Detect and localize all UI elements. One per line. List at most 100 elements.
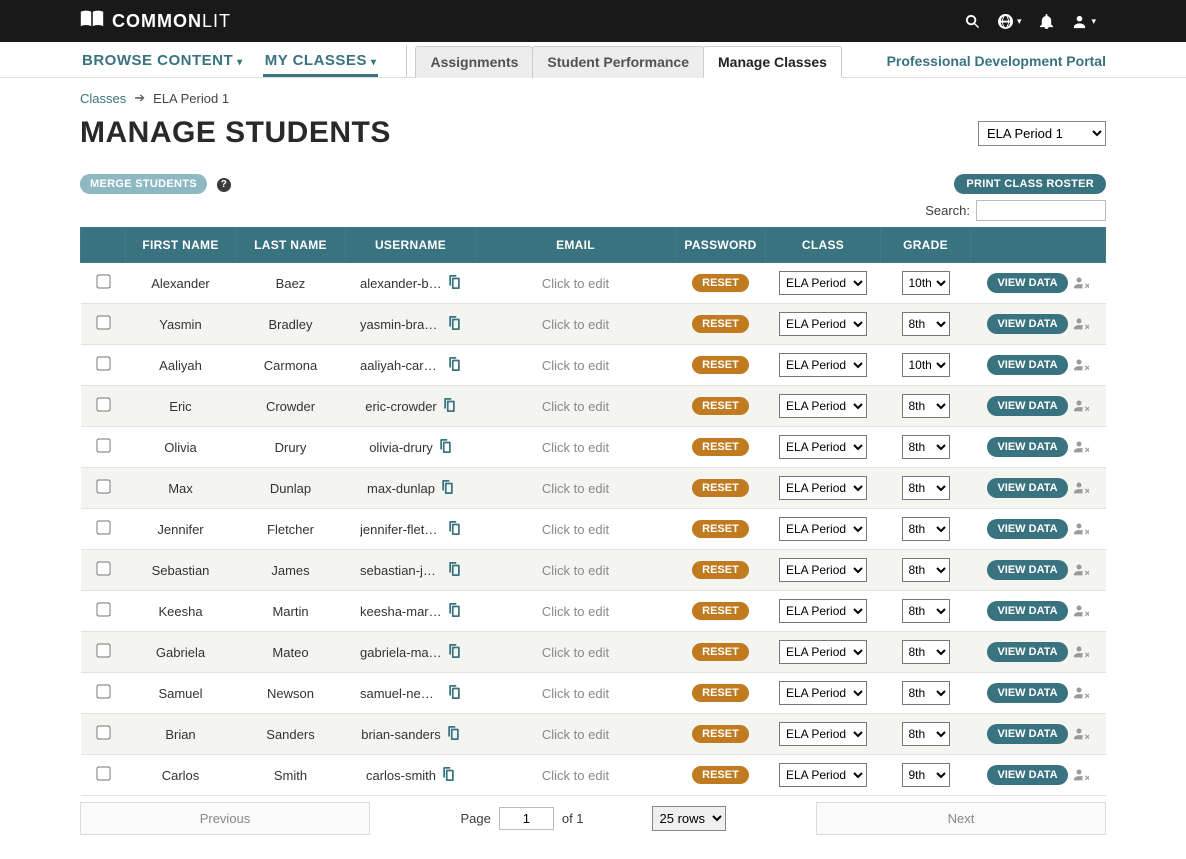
email-click-edit[interactable]: Click to edit bbox=[542, 317, 609, 332]
print-roster-button[interactable]: PRINT CLASS ROSTER bbox=[954, 174, 1106, 194]
class-selector[interactable]: ELA Period 1 bbox=[978, 121, 1106, 146]
view-data-button[interactable]: VIEW DATA bbox=[987, 396, 1067, 416]
row-checkbox[interactable] bbox=[96, 766, 110, 780]
email-click-edit[interactable]: Click to edit bbox=[542, 768, 609, 783]
row-checkbox[interactable] bbox=[96, 315, 110, 329]
remove-user-icon[interactable] bbox=[1068, 602, 1089, 617]
copy-icon[interactable] bbox=[448, 603, 461, 620]
rows-select[interactable]: 25 rows bbox=[652, 806, 726, 831]
class-select[interactable]: ELA Period 1 bbox=[779, 312, 867, 336]
bell-icon[interactable] bbox=[1039, 14, 1054, 29]
reset-button[interactable]: RESET bbox=[692, 766, 749, 784]
row-checkbox[interactable] bbox=[96, 479, 110, 493]
email-click-edit[interactable]: Click to edit bbox=[542, 727, 609, 742]
remove-user-icon[interactable] bbox=[1068, 356, 1089, 371]
reset-button[interactable]: RESET bbox=[692, 602, 749, 620]
email-click-edit[interactable]: Click to edit bbox=[542, 358, 609, 373]
pd-portal-link[interactable]: Professional Development Portal bbox=[887, 53, 1106, 77]
view-data-button[interactable]: VIEW DATA bbox=[987, 355, 1067, 375]
reset-button[interactable]: RESET bbox=[692, 520, 749, 538]
view-data-button[interactable]: VIEW DATA bbox=[987, 560, 1067, 580]
class-select[interactable]: ELA Period 1 bbox=[779, 353, 867, 377]
view-data-button[interactable]: VIEW DATA bbox=[987, 642, 1067, 662]
copy-icon[interactable] bbox=[442, 767, 455, 784]
copy-icon[interactable] bbox=[443, 398, 456, 415]
grade-select[interactable]: 8th bbox=[902, 681, 950, 705]
class-select[interactable]: ELA Period 1 bbox=[779, 558, 867, 582]
remove-user-icon[interactable] bbox=[1068, 684, 1089, 699]
brand-logo[interactable]: COMMONLIT bbox=[80, 10, 231, 33]
col-class[interactable]: CLASS bbox=[766, 228, 881, 263]
grade-select[interactable]: 8th bbox=[902, 558, 950, 582]
col-email[interactable]: EMAIL bbox=[476, 228, 676, 263]
email-click-edit[interactable]: Click to edit bbox=[542, 604, 609, 619]
col-last-name[interactable]: LAST NAME bbox=[236, 228, 346, 263]
remove-user-icon[interactable] bbox=[1068, 725, 1089, 740]
copy-icon[interactable] bbox=[448, 644, 461, 661]
reset-button[interactable]: RESET bbox=[692, 684, 749, 702]
class-select[interactable]: ELA Period 1 bbox=[779, 394, 867, 418]
class-select[interactable]: ELA Period 1 bbox=[779, 435, 867, 459]
reset-button[interactable]: RESET bbox=[692, 725, 749, 743]
email-click-edit[interactable]: Click to edit bbox=[542, 440, 609, 455]
reset-button[interactable]: RESET bbox=[692, 438, 749, 456]
class-select[interactable]: ELA Period 1 bbox=[779, 722, 867, 746]
view-data-button[interactable]: VIEW DATA bbox=[987, 314, 1067, 334]
grade-select[interactable]: 8th bbox=[902, 517, 950, 541]
copy-icon[interactable] bbox=[448, 316, 461, 333]
view-data-button[interactable]: VIEW DATA bbox=[987, 437, 1067, 457]
grade-select[interactable]: 8th bbox=[902, 312, 950, 336]
tab-assignments[interactable]: Assignments bbox=[415, 46, 533, 78]
reset-button[interactable]: RESET bbox=[692, 315, 749, 333]
reset-button[interactable]: RESET bbox=[692, 643, 749, 661]
help-icon[interactable]: ? bbox=[217, 178, 231, 192]
reset-button[interactable]: RESET bbox=[692, 356, 749, 374]
col-username[interactable]: USERNAME bbox=[346, 228, 476, 263]
email-click-edit[interactable]: Click to edit bbox=[542, 563, 609, 578]
col-password[interactable]: PASSWORD bbox=[676, 228, 766, 263]
row-checkbox[interactable] bbox=[96, 602, 110, 616]
next-button[interactable]: Next bbox=[816, 802, 1106, 835]
email-click-edit[interactable]: Click to edit bbox=[542, 399, 609, 414]
class-select[interactable]: ELA Period 1 bbox=[779, 476, 867, 500]
remove-user-icon[interactable] bbox=[1068, 561, 1089, 576]
breadcrumb-root[interactable]: Classes bbox=[80, 91, 126, 106]
grade-select[interactable]: 8th bbox=[902, 640, 950, 664]
copy-icon[interactable] bbox=[439, 439, 452, 456]
view-data-button[interactable]: VIEW DATA bbox=[987, 601, 1067, 621]
view-data-button[interactable]: VIEW DATA bbox=[987, 273, 1067, 293]
reset-button[interactable]: RESET bbox=[692, 479, 749, 497]
view-data-button[interactable]: VIEW DATA bbox=[987, 724, 1067, 744]
copy-icon[interactable] bbox=[448, 521, 461, 538]
view-data-button[interactable]: VIEW DATA bbox=[987, 765, 1067, 785]
tab-manage-classes[interactable]: Manage Classes bbox=[703, 46, 842, 78]
class-select[interactable]: ELA Period 1 bbox=[779, 517, 867, 541]
user-icon[interactable]: ▾ bbox=[1072, 14, 1096, 29]
class-select[interactable]: ELA Period 1 bbox=[779, 681, 867, 705]
row-checkbox[interactable] bbox=[96, 356, 110, 370]
row-checkbox[interactable] bbox=[96, 725, 110, 739]
view-data-button[interactable]: VIEW DATA bbox=[987, 519, 1067, 539]
nav-browse-content[interactable]: BROWSE CONTENT▾ bbox=[80, 46, 245, 77]
grade-select[interactable]: 8th bbox=[902, 476, 950, 500]
row-checkbox[interactable] bbox=[96, 643, 110, 657]
grade-select[interactable]: 8th bbox=[902, 435, 950, 459]
row-checkbox[interactable] bbox=[96, 561, 110, 575]
email-click-edit[interactable]: Click to edit bbox=[542, 645, 609, 660]
merge-students-button[interactable]: MERGE STUDENTS bbox=[80, 174, 207, 194]
row-checkbox[interactable] bbox=[96, 397, 110, 411]
copy-icon[interactable] bbox=[448, 275, 461, 292]
email-click-edit[interactable]: Click to edit bbox=[542, 481, 609, 496]
class-select[interactable]: ELA Period 1 bbox=[779, 640, 867, 664]
grade-select[interactable]: 9th bbox=[902, 763, 950, 787]
class-select[interactable]: ELA Period 1 bbox=[779, 599, 867, 623]
reset-button[interactable]: RESET bbox=[692, 397, 749, 415]
search-input[interactable] bbox=[976, 200, 1106, 221]
remove-user-icon[interactable] bbox=[1068, 479, 1089, 494]
grade-select[interactable]: 8th bbox=[902, 394, 950, 418]
grade-select[interactable]: 8th bbox=[902, 599, 950, 623]
remove-user-icon[interactable] bbox=[1068, 315, 1089, 330]
reset-button[interactable]: RESET bbox=[692, 274, 749, 292]
email-click-edit[interactable]: Click to edit bbox=[542, 276, 609, 291]
remove-user-icon[interactable] bbox=[1068, 520, 1089, 535]
